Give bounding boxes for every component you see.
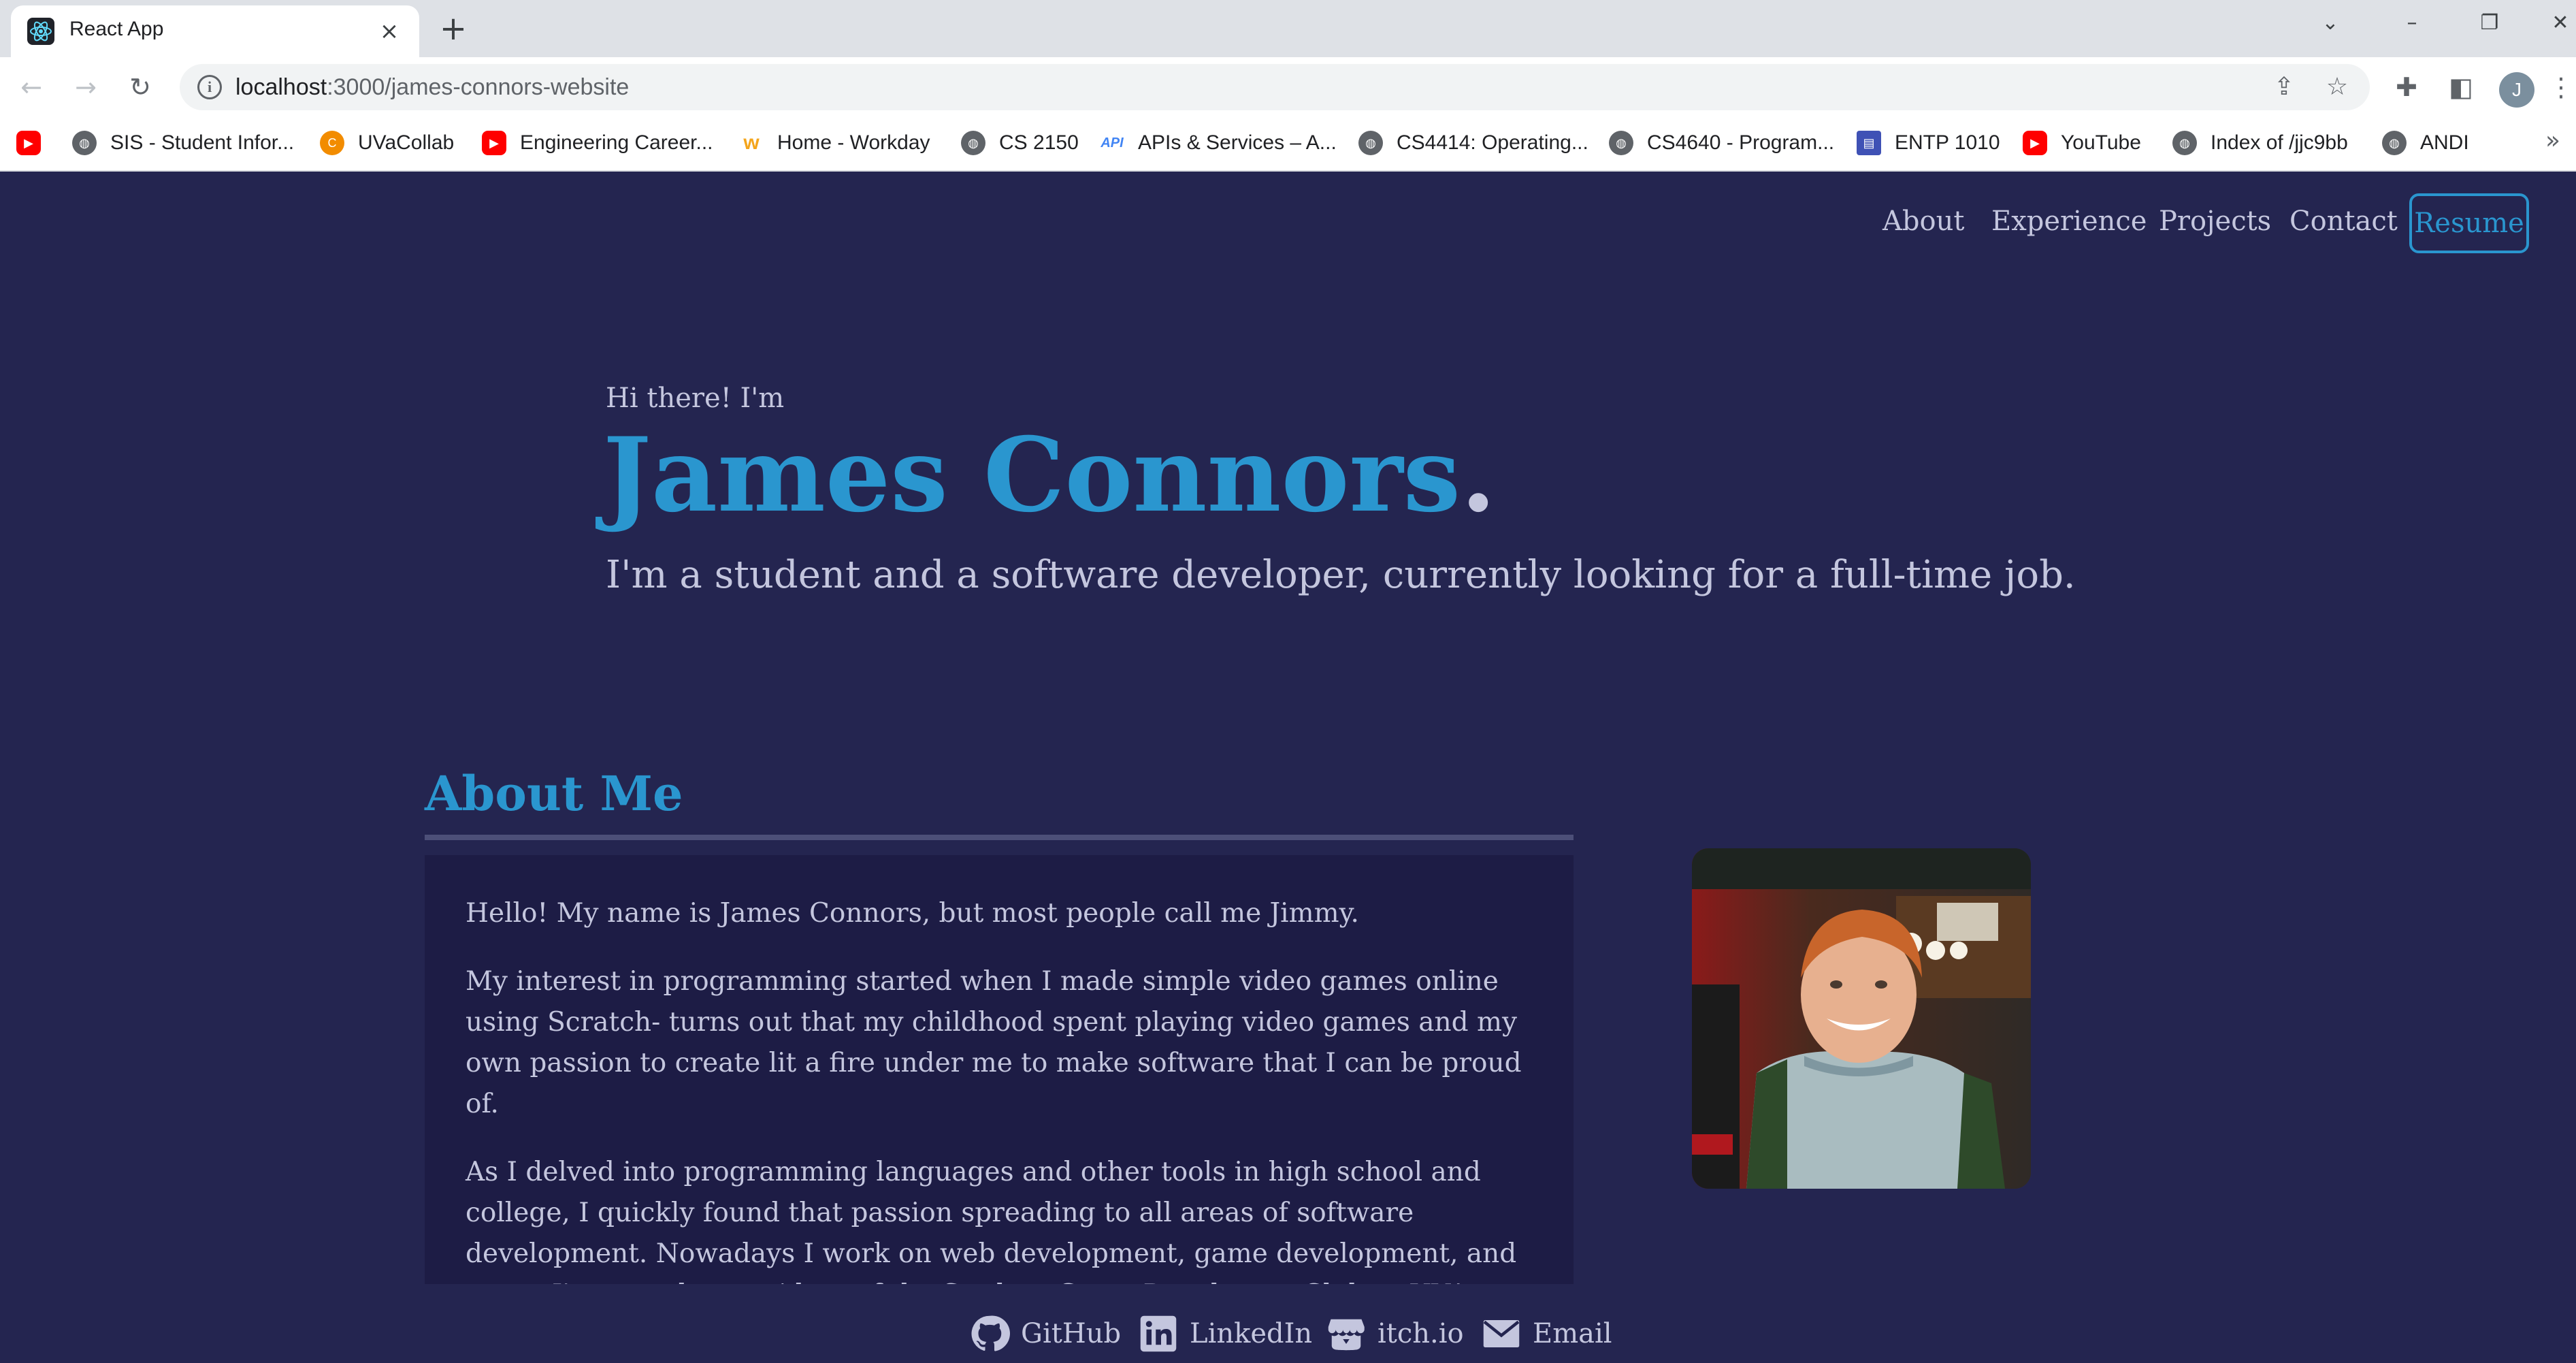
workday-icon: w [743, 131, 760, 154]
bookmark-label: ANDI [2420, 131, 2469, 154]
linkedin-icon [1138, 1313, 1179, 1354]
minimize-icon[interactable]: – [2392, 5, 2432, 41]
close-tab-icon[interactable]: × [374, 16, 404, 46]
email-link[interactable]: Email [1481, 1310, 1612, 1358]
profile-photo [1692, 848, 2031, 1189]
about-paragraph: My interest in programming started when … [466, 966, 1522, 1119]
bookmark-label: CS4414: Operating... [1397, 131, 1588, 154]
bookmark-apis-services[interactable]: API APIs & Services – A... [1100, 128, 1337, 158]
bookmark-label: Home - Workday [777, 131, 930, 154]
url-text: localhost:3000/james-connors-website [235, 74, 629, 101]
about-divider [425, 835, 1574, 840]
menu-icon[interactable]: ⋮ [2548, 71, 2574, 103]
url-path: :3000/james-connors-website [327, 74, 630, 100]
about-paragraph: Hello! My name is James Connors, but mos… [466, 898, 1359, 929]
linkedin-link[interactable]: LinkedIn [1138, 1310, 1312, 1358]
forms-icon: ▤ [1857, 131, 1881, 155]
envelope-icon [1481, 1313, 1522, 1354]
itchio-link[interactable]: itch.io [1326, 1310, 1464, 1358]
globe-icon: ◍ [1609, 131, 1633, 155]
about-text-panel[interactable]: Hello! My name is James Connors, but mos… [425, 855, 1574, 1284]
hero-greeting: Hi there! I'm [606, 383, 785, 414]
linkedin-label: LinkedIn [1190, 1318, 1313, 1349]
bookmark-label: Index of /jjc9bb [2211, 131, 2348, 154]
reload-icon[interactable]: ↻ [123, 69, 158, 105]
bookmark-label: YouTube [2061, 131, 2141, 154]
globe-icon: ◍ [72, 131, 97, 155]
bookmark-andi[interactable]: ◍ ANDI [2382, 128, 2469, 158]
bookmark-sis[interactable]: ◍ SIS - Student Infor... [72, 128, 294, 158]
bookmark-label: APIs & Services – A... [1138, 131, 1337, 154]
github-icon [969, 1313, 1010, 1354]
bookmark-engineering-career[interactable]: ▶ Engineering Career... [482, 128, 713, 158]
bookmark-uvacollab[interactable]: C UVaCollab [320, 128, 454, 158]
bookmark-label: SIS - Student Infor... [110, 131, 295, 154]
profile-avatar[interactable]: J [2499, 72, 2534, 108]
api-icon: API [1100, 135, 1124, 150]
hero-name: James Connors. [603, 417, 1496, 534]
bookmarks-bar: ▶ ◍ SIS - Student Infor... C UVaCollab ▶… [0, 116, 2576, 172]
more-bookmarks-icon[interactable]: » [2545, 127, 2560, 155]
hero-tagline: I'm a student and a software developer, … [606, 553, 2076, 597]
resume-button[interactable]: Resume [2409, 193, 2529, 253]
bookmark-index-jjc9bb[interactable]: ◍ Index of /jjc9bb [2172, 128, 2348, 158]
globe-icon: ◍ [2382, 131, 2407, 155]
react-icon [27, 18, 54, 45]
bookmark-label: Engineering Career... [520, 131, 713, 154]
youtube-icon: ▶ [2023, 131, 2047, 155]
itchio-icon [1326, 1313, 1367, 1354]
bookmark-youtube-shortcut[interactable]: ▶ [16, 128, 54, 158]
nav-contact[interactable]: Contact [2289, 206, 2398, 237]
browser-toolbar: ← → ↻ i localhost:3000/james-connors-web… [0, 57, 2576, 116]
close-window-icon[interactable]: ✕ [2540, 5, 2576, 41]
github-label: GitHub [1021, 1318, 1122, 1349]
back-icon[interactable]: ← [14, 69, 49, 105]
bookmark-youtube[interactable]: ▶ YouTube [2023, 128, 2141, 158]
restore-icon[interactable]: ❐ [2469, 5, 2510, 41]
bookmark-label: UVaCollab [358, 131, 455, 154]
email-label: Email [1533, 1318, 1612, 1349]
bookmark-cs2150[interactable]: ◍ CS 2150 [961, 128, 1079, 158]
globe-icon: ◍ [1358, 131, 1383, 155]
bookmark-workday[interactable]: w Home - Workday [739, 128, 930, 158]
about-paragraph: As I delved into programming languages a… [466, 1157, 1517, 1284]
address-bar[interactable]: i localhost:3000/james-connors-website ⇪… [180, 64, 2370, 110]
portfolio-page: About Experience Projects Contact Resume… [0, 172, 2576, 1363]
tab-title: React App [69, 18, 164, 40]
bookmark-label: ENTP 1010 [1895, 131, 2000, 154]
bookmark-entp1010[interactable]: ▤ ENTP 1010 [1857, 128, 2000, 158]
new-tab-icon[interactable]: + [436, 11, 471, 46]
nav-about[interactable]: About [1882, 206, 1964, 237]
youtube-icon: ▶ [16, 131, 41, 155]
nav-experience[interactable]: Experience [1991, 206, 2147, 237]
uva-icon: C [320, 131, 344, 155]
social-links: GitHub LinkedIn itch.io Email [0, 1310, 2576, 1363]
bookmark-star-icon[interactable]: ☆ [2322, 72, 2352, 102]
github-link[interactable]: GitHub [969, 1310, 1121, 1358]
about-title: About Me [425, 765, 683, 822]
forward-icon[interactable]: → [68, 69, 103, 105]
hero-name-text: James Connors [603, 415, 1461, 535]
extensions-icon[interactable]: ✚ [2390, 71, 2423, 103]
share-icon[interactable]: ⇪ [2269, 72, 2299, 102]
bookmark-label: CS 2150 [999, 131, 1079, 154]
bookmark-cs4414[interactable]: ◍ CS4414: Operating... [1358, 128, 1588, 158]
youtube-icon: ▶ [482, 131, 506, 155]
itchio-label: itch.io [1377, 1318, 1464, 1349]
browser-tabstrip: React App × + ⌄ – ❐ ✕ [0, 0, 2576, 57]
url-host: localhost [235, 74, 327, 100]
nav-projects[interactable]: Projects [2159, 206, 2271, 237]
globe-icon: ◍ [2172, 131, 2197, 155]
globe-icon: ◍ [961, 131, 985, 155]
browser-tab[interactable]: React App × [11, 5, 419, 57]
bookmark-cs4640[interactable]: ◍ CS4640 - Program... [1609, 128, 1834, 158]
tab-search-icon[interactable]: ⌄ [2310, 5, 2351, 41]
hero-name-dot: . [1461, 415, 1497, 535]
site-info-icon[interactable]: i [197, 75, 222, 99]
side-panel-icon[interactable]: ◧ [2445, 71, 2477, 103]
bookmark-label: CS4640 - Program... [1647, 131, 1835, 154]
